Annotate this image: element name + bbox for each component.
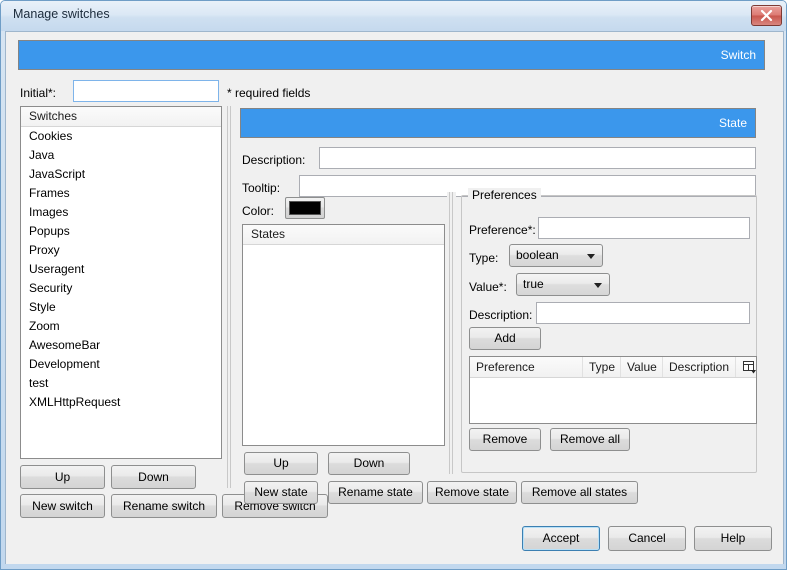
switch-down-button[interactable]: Down bbox=[111, 465, 196, 489]
add-preference-button[interactable]: Add bbox=[469, 327, 541, 350]
list-item[interactable]: Development bbox=[21, 355, 221, 374]
remove-all-states-button[interactable]: Remove all states bbox=[521, 481, 638, 504]
list-item[interactable]: AwesomeBar bbox=[21, 336, 221, 355]
column-preference[interactable]: Preference bbox=[470, 357, 583, 377]
list-item[interactable]: Java bbox=[21, 146, 221, 165]
title-bar: Manage switches bbox=[1, 1, 786, 31]
column-description[interactable]: Description bbox=[663, 357, 736, 377]
switches-listbox[interactable]: Switches Cookies Java JavaScript Frames Imag… bbox=[20, 106, 222, 459]
remove-all-preferences-button[interactable]: Remove all bbox=[550, 428, 630, 451]
preference-input[interactable] bbox=[538, 217, 750, 239]
manage-switches-window: Manage switches Switch Initial*: * requi… bbox=[0, 0, 787, 570]
preferences-group-title: Preferences bbox=[468, 188, 541, 202]
right-splitter[interactable] bbox=[447, 192, 456, 474]
accept-button[interactable]: Accept bbox=[522, 526, 600, 551]
switches-list-items: Cookies Java JavaScript Frames Images Popups P… bbox=[21, 127, 221, 412]
state-down-button[interactable]: Down bbox=[328, 452, 410, 475]
state-description-input[interactable] bbox=[319, 147, 756, 169]
switch-up-button[interactable]: Up bbox=[20, 465, 105, 489]
list-item[interactable]: Popups bbox=[21, 222, 221, 241]
state-color-label: Color: bbox=[242, 204, 275, 218]
state-up-button[interactable]: Up bbox=[244, 452, 318, 475]
list-item[interactable]: XMLHttpRequest bbox=[21, 393, 221, 412]
color-swatch bbox=[289, 201, 321, 215]
column-value[interactable]: Value bbox=[621, 357, 663, 377]
dialog-client-area: Switch Initial*: * required fields Switc… bbox=[5, 31, 784, 564]
list-item[interactable]: JavaScript bbox=[21, 165, 221, 184]
list-item[interactable]: Cookies bbox=[21, 127, 221, 146]
list-item[interactable]: Style bbox=[21, 298, 221, 317]
list-item[interactable]: Frames bbox=[21, 184, 221, 203]
list-item[interactable]: Security bbox=[21, 279, 221, 298]
remove-state-button[interactable]: Remove state bbox=[427, 481, 517, 504]
list-item[interactable]: Zoom bbox=[21, 317, 221, 336]
switches-list-header: Switches bbox=[21, 107, 221, 127]
new-switch-button[interactable]: New switch bbox=[20, 494, 105, 518]
required-fields-note: * required fields bbox=[227, 86, 311, 100]
preferences-table[interactable]: Preference Type Value Description bbox=[469, 356, 757, 424]
list-item[interactable]: test bbox=[21, 374, 221, 393]
initial-label: Initial*: bbox=[20, 86, 57, 100]
list-item[interactable]: Proxy bbox=[21, 241, 221, 260]
remove-preference-button[interactable]: Remove bbox=[469, 428, 541, 451]
state-tooltip-label: Tooltip: bbox=[242, 181, 281, 195]
state-description-label: Description: bbox=[242, 153, 306, 167]
new-state-button[interactable]: New state bbox=[244, 481, 318, 504]
column-chooser-icon[interactable] bbox=[736, 357, 756, 377]
type-label: Type: bbox=[469, 251, 499, 265]
states-listbox[interactable]: States bbox=[242, 224, 445, 446]
value-label: Value*: bbox=[469, 280, 507, 294]
preferences-table-header: Preference Type Value Description bbox=[470, 357, 756, 378]
type-combobox[interactable]: boolean bbox=[509, 244, 603, 267]
preference-description-input[interactable] bbox=[536, 302, 750, 324]
state-banner: State bbox=[240, 108, 756, 138]
rename-switch-button[interactable]: Rename switch bbox=[111, 494, 217, 518]
preference-description-label: Description: bbox=[469, 308, 533, 322]
states-list-header: States bbox=[243, 225, 444, 245]
rename-state-button[interactable]: Rename state bbox=[328, 481, 423, 504]
value-combobox-value: true bbox=[523, 277, 544, 291]
switch-banner: Switch bbox=[18, 40, 765, 70]
window-title: Manage switches bbox=[13, 7, 110, 21]
state-color-swatch-button[interactable] bbox=[285, 197, 325, 219]
chevron-down-icon bbox=[594, 283, 602, 288]
close-button[interactable] bbox=[751, 5, 782, 26]
list-item[interactable]: Images bbox=[21, 203, 221, 222]
initial-input[interactable] bbox=[73, 80, 219, 102]
type-combobox-value: boolean bbox=[516, 248, 559, 262]
list-item[interactable]: Useragent bbox=[21, 260, 221, 279]
preference-label: Preference*: bbox=[469, 223, 536, 237]
value-combobox[interactable]: true bbox=[516, 273, 610, 296]
help-button[interactable]: Help bbox=[694, 526, 772, 551]
chevron-down-icon bbox=[587, 254, 595, 259]
left-splitter[interactable] bbox=[225, 106, 234, 488]
cancel-button[interactable]: Cancel bbox=[608, 526, 686, 551]
column-type[interactable]: Type bbox=[583, 357, 621, 377]
